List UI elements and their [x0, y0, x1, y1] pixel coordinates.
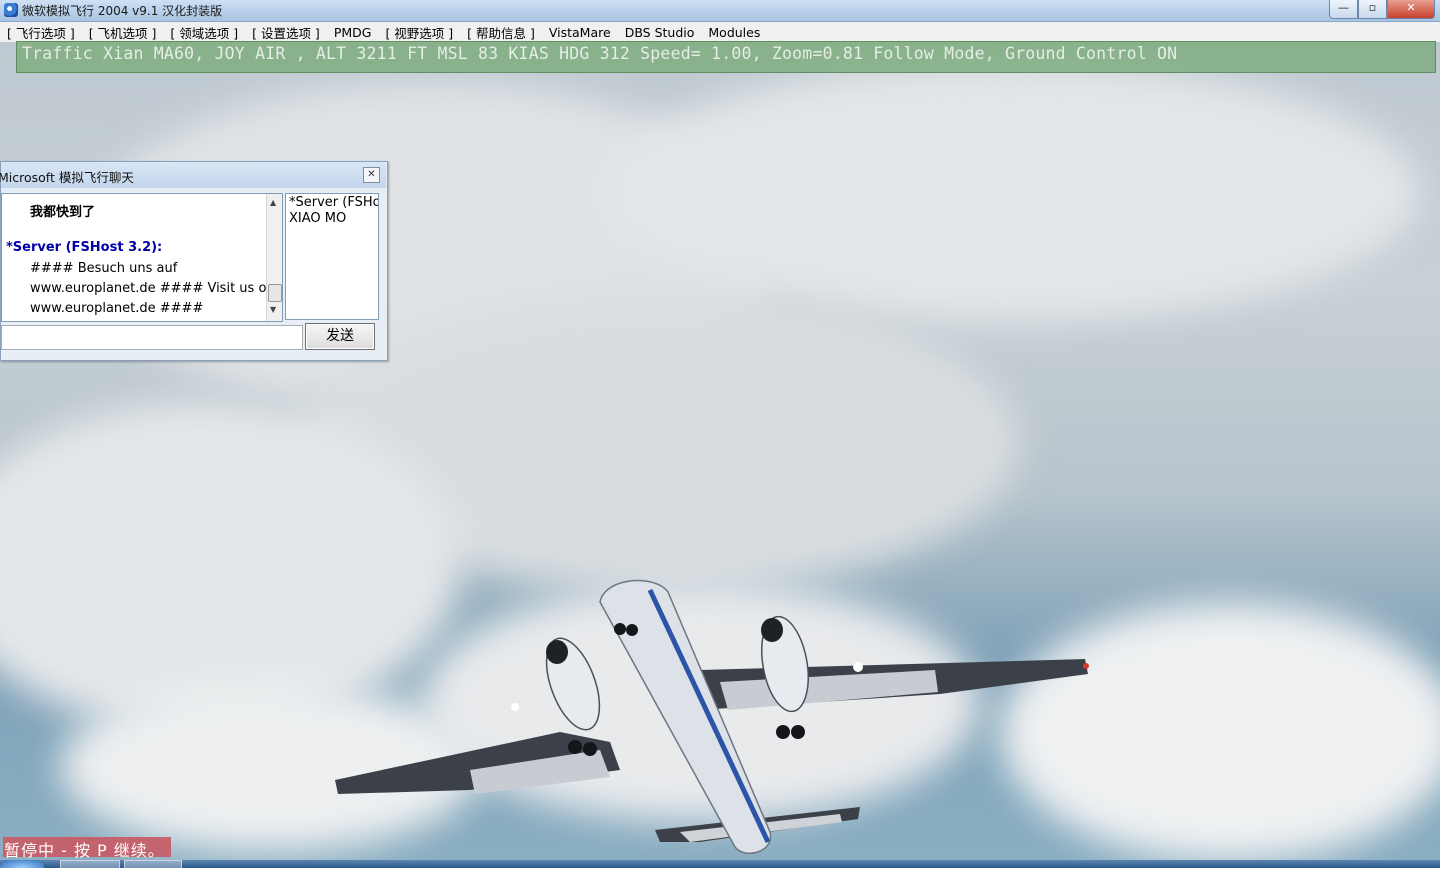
menu-settings-options[interactable]: [ 设置选项 ]	[245, 23, 327, 42]
scroll-thumb[interactable]	[268, 284, 282, 302]
chat-message: #### Besuch uns auf	[30, 261, 178, 276]
right-engine-intake	[761, 618, 783, 642]
chat-title: Microsoft 模拟飞行聊天	[0, 170, 134, 185]
chat-window: Microsoft 模拟飞行聊天 ✕ 我都快到了 *Server (FSHost…	[0, 161, 388, 361]
fuselage	[599, 579, 772, 855]
left-gear-wheel	[568, 740, 582, 754]
taskbar	[0, 860, 1440, 869]
start-button[interactable]	[0, 860, 44, 868]
send-button[interactable]: 发送	[305, 323, 375, 350]
app-icon	[4, 3, 18, 17]
chat-message-log[interactable]: 我都快到了 *Server (FSHost 3.2): #### Besuch …	[1, 193, 283, 322]
chat-titlebar[interactable]: Microsoft 模拟飞行聊天 ✕	[0, 162, 386, 188]
chat-message-input[interactable]	[1, 325, 303, 350]
pause-banner: 暂停中 - 按 P 继续。	[3, 837, 171, 860]
nav-light	[1083, 663, 1089, 669]
nose-gear-wheel	[626, 624, 638, 636]
scroll-down-icon[interactable]: ▼	[270, 305, 276, 314]
chat-message: www.europlanet.de ####	[30, 301, 204, 316]
chat-close-button[interactable]: ✕	[363, 167, 380, 183]
menu-bar: [ 飞行选项 ] [ 飞机选项 ] [ 领域选项 ] [ 设置选项 ] PMDG…	[0, 22, 1440, 42]
menu-vistamare[interactable]: VistaMare	[542, 25, 618, 40]
nose-gear-wheel	[614, 623, 626, 635]
menu-modules[interactable]: Modules	[701, 25, 767, 40]
chat-message-sender: *Server (FSHost 3.2):	[6, 240, 163, 255]
left-gear-wheel	[583, 742, 597, 756]
left-engine-intake	[546, 640, 568, 664]
landing-light	[511, 703, 519, 711]
pause-text: 暂停中 - 按 P 继续。	[4, 841, 165, 860]
menu-dbs-studio[interactable]: DBS Studio	[618, 25, 702, 40]
chat-scrollbar[interactable]: ▲ ▼	[266, 194, 282, 321]
menu-flight-options[interactable]: [ 飞行选项 ]	[0, 23, 82, 42]
menu-help[interactable]: [ 帮助信息 ]	[460, 23, 542, 42]
window-titlebar: 微软模拟飞行 2004 v9.1 汉化封装版 — ▫ ✕	[0, 0, 1440, 22]
traffic-info-text: Traffic Xian MA60, JOY AIR , ALT 3211 FT…	[22, 44, 1178, 63]
window-controls: — ▫ ✕	[1329, 0, 1435, 19]
chat-message: www.europlanet.de #### Visit us on	[30, 281, 275, 296]
minimize-button[interactable]: —	[1329, 0, 1358, 19]
traffic-info-bar: Traffic Xian MA60, JOY AIR , ALT 3211 FT…	[16, 41, 1436, 73]
right-gear-wheel	[776, 725, 790, 739]
scroll-up-icon[interactable]: ▲	[270, 198, 276, 207]
chat-user-list[interactable]: *Server (FSHost XIAO MO	[285, 193, 379, 320]
close-button[interactable]: ✕	[1387, 0, 1435, 19]
landing-light	[853, 662, 863, 672]
right-gear-wheel	[791, 725, 805, 739]
menu-view-options[interactable]: [ 视野选项 ]	[378, 23, 460, 42]
chat-user[interactable]: XIAO MO	[289, 211, 346, 226]
menu-pmdg[interactable]: PMDG	[327, 25, 379, 40]
chat-user[interactable]: *Server (FSHost	[289, 195, 378, 210]
chat-message: 我都快到了	[30, 205, 96, 220]
maximize-button[interactable]: ▫	[1358, 0, 1387, 19]
menu-aircraft-options[interactable]: [ 飞机选项 ]	[82, 23, 164, 42]
menu-world-options[interactable]: [ 领域选项 ]	[163, 23, 245, 42]
window-title: 微软模拟飞行 2004 v9.1 汉化封装版	[22, 4, 223, 18]
